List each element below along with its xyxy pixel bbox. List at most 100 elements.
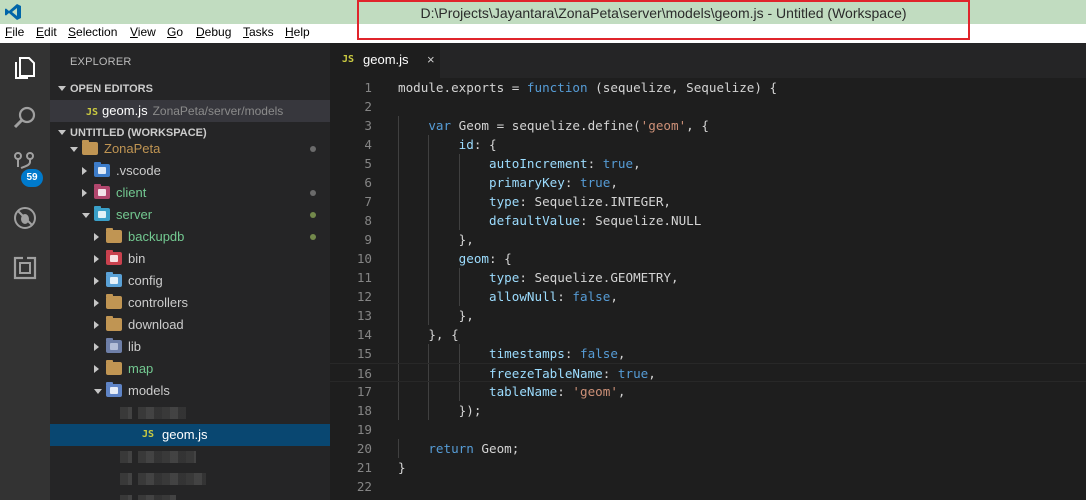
code-line[interactable]: 16 freezeTableName: true, (330, 363, 1086, 382)
menu-item-help[interactable]: Help (285, 25, 310, 39)
code-line[interactable]: 20 return Geom; (330, 439, 1086, 458)
debug-icon[interactable] (12, 205, 38, 231)
chevron-down-icon[interactable] (94, 389, 102, 394)
folder-icon (106, 250, 122, 265)
code-line[interactable]: 18 }); (330, 401, 1086, 420)
code-line[interactable]: 2 (330, 97, 1086, 116)
code-editor[interactable]: 1 module.exports = function (sequelize, S… (330, 78, 1086, 500)
tree-item-download[interactable]: download (50, 314, 330, 336)
tree-item-geom-js[interactable]: JS geom.js (50, 424, 330, 446)
chevron-right-icon[interactable] (82, 189, 87, 197)
chevron-right-icon[interactable] (94, 277, 99, 285)
explorer-icon[interactable] (12, 55, 38, 81)
chevron-right-icon[interactable] (94, 365, 99, 373)
code-text[interactable]: var Geom = sequelize.define('geom', { (398, 116, 709, 135)
code-line[interactable]: 8 defaultValue: Sequelize.NULL (330, 211, 1086, 230)
code-text[interactable]: }, (398, 306, 474, 325)
menu-item-edit[interactable]: Edit (36, 25, 57, 39)
code-line[interactable]: 1 module.exports = function (sequelize, S… (330, 78, 1086, 97)
tab-geom-js[interactable]: JS geom.js × (330, 43, 440, 78)
menu-item-go[interactable]: Go (167, 25, 183, 39)
code-line[interactable]: 14 }, { (330, 325, 1086, 344)
open-editors-header[interactable]: OPEN EDITORS (50, 78, 330, 100)
code-line[interactable]: 13 }, (330, 306, 1086, 325)
code-line[interactable]: 12 allowNull: false, (330, 287, 1086, 306)
tree-item-lib[interactable]: lib (50, 336, 330, 358)
tree-item-controllers[interactable]: controllers (50, 292, 330, 314)
code-text[interactable]: defaultValue: Sequelize.NULL (398, 211, 701, 230)
code-text[interactable]: id: { (398, 135, 497, 154)
code-text[interactable]: type: Sequelize.GEOMETRY, (398, 268, 679, 287)
chevron-right-icon[interactable] (94, 321, 99, 329)
code-line[interactable]: 10 geom: { (330, 249, 1086, 268)
code-line[interactable]: 3 var Geom = sequelize.define('geom', { (330, 116, 1086, 135)
tree-item-models[interactable]: models (50, 380, 330, 402)
code-line[interactable]: 7 type: Sequelize.INTEGER, (330, 192, 1086, 211)
code-text[interactable]: module.exports = function (sequelize, Se… (398, 78, 777, 97)
menu-item-selection[interactable]: Selection (68, 25, 117, 39)
code-text[interactable]: tableName: 'geom', (398, 382, 626, 401)
git-status-dot (310, 234, 316, 240)
tree-item-zonapeta[interactable]: ZonaPeta (50, 138, 330, 160)
redacted-icon (120, 407, 132, 419)
search-icon[interactable] (12, 105, 38, 131)
chevron-right-icon[interactable] (94, 343, 99, 351)
obscured-file-row[interactable] (50, 446, 330, 468)
chevron-down-icon (58, 130, 66, 135)
tree-item-client[interactable]: client (50, 182, 330, 204)
tree-item-server[interactable]: server (50, 204, 330, 226)
chevron-down-icon[interactable] (70, 147, 78, 152)
code-line[interactable]: 17 tableName: 'geom', (330, 382, 1086, 401)
tree-item-backupdb[interactable]: backupdb (50, 226, 330, 248)
code-line[interactable]: 5 autoIncrement: true, (330, 154, 1086, 173)
menu-item-file[interactable]: File (5, 25, 24, 39)
chevron-right-icon[interactable] (82, 167, 87, 175)
tree-item-label: models (128, 383, 170, 398)
code-text[interactable]: freezeTableName: true, (398, 364, 656, 383)
obscured-file-row[interactable] (50, 402, 330, 424)
menu-item-view[interactable]: View (130, 25, 156, 39)
code-line[interactable]: 11 type: Sequelize.GEOMETRY, (330, 268, 1086, 287)
tree-item-label: map (128, 361, 154, 376)
code-text[interactable]: } (398, 458, 406, 477)
open-editor-item[interactable]: JS geom.js ZonaPeta/server/models (50, 100, 330, 122)
tree-item-bin[interactable]: bin (50, 248, 330, 270)
code-text[interactable]: type: Sequelize.INTEGER, (398, 192, 671, 211)
line-number: 19 (356, 422, 372, 437)
code-text[interactable]: }); (398, 401, 482, 420)
tree-item-config[interactable]: config (50, 270, 330, 292)
line-number: 14 (356, 327, 372, 342)
code-line[interactable]: 9 }, (330, 230, 1086, 249)
chevron-right-icon[interactable] (94, 233, 99, 241)
tree-item-map[interactable]: map (50, 358, 330, 380)
chevron-right-icon[interactable] (94, 255, 99, 263)
code-text[interactable]: primaryKey: true, (398, 173, 618, 192)
menu-item-tasks[interactable]: Tasks (243, 25, 274, 39)
menu-item-debug[interactable]: Debug (196, 25, 231, 39)
obscured-file-row[interactable] (50, 468, 330, 490)
chevron-right-icon[interactable] (94, 299, 99, 307)
code-text[interactable]: allowNull: false, (398, 287, 618, 306)
code-line[interactable]: 21} (330, 458, 1086, 477)
js-file-icon: JS (142, 429, 155, 440)
code-line[interactable]: 6 primaryKey: true, (330, 173, 1086, 192)
code-line[interactable]: 15 timestamps: false, (330, 344, 1086, 363)
chevron-down-icon[interactable] (82, 213, 90, 218)
code-text[interactable]: timestamps: false, (398, 344, 626, 363)
code-text[interactable]: return Geom; (398, 439, 519, 458)
tree-item--vscode[interactable]: .vscode (50, 160, 330, 182)
close-icon[interactable]: × (427, 52, 435, 67)
tree-item-label: server (116, 207, 153, 222)
code-text[interactable]: autoIncrement: true, (398, 154, 641, 173)
line-number: 13 (356, 308, 372, 323)
code-text[interactable]: }, (398, 230, 474, 249)
line-number: 17 (356, 384, 372, 399)
code-line[interactable]: 22 (330, 477, 1086, 496)
obscured-file-row[interactable] (50, 490, 330, 500)
line-number: 21 (356, 460, 372, 475)
extensions-icon[interactable] (12, 255, 38, 281)
code-line[interactable]: 19 (330, 420, 1086, 439)
code-text[interactable]: }, { (398, 325, 458, 344)
code-line[interactable]: 4 id: { (330, 135, 1086, 154)
code-text[interactable]: geom: { (398, 249, 512, 268)
